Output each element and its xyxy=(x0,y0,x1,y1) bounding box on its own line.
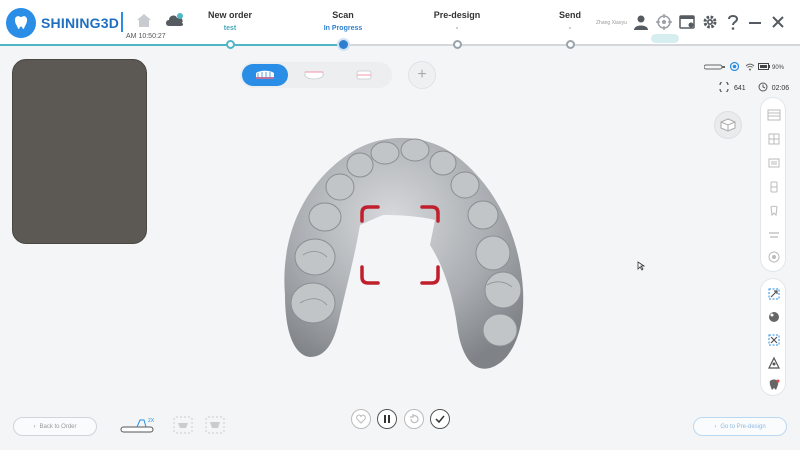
step-new-order[interactable]: New order test xyxy=(175,10,285,32)
step-title: Send xyxy=(558,10,581,20)
step-dot-send xyxy=(566,40,575,49)
texture-view-icon[interactable] xyxy=(767,156,781,170)
wifi-icon xyxy=(745,63,755,73)
mouse-cursor-icon xyxy=(637,261,645,271)
clock-icon xyxy=(758,82,768,94)
step-subtitle: In Progress xyxy=(323,25,363,32)
step-subtitle: test xyxy=(223,25,237,32)
add-scan-button[interactable]: + xyxy=(408,61,436,89)
tooth-analysis-icon[interactable] xyxy=(767,378,781,392)
device-status: 90% xyxy=(703,61,785,73)
pause-button[interactable] xyxy=(377,409,397,429)
scan-counters: 641 02:06 xyxy=(718,80,790,94)
fit-view-icon[interactable] xyxy=(767,287,781,301)
step-subtitle: - xyxy=(455,25,459,32)
scanner-icon xyxy=(703,63,726,73)
top-bar: SHINING3D AM 10:50:27 New order test Sca… xyxy=(0,0,800,46)
chevron-right-icon: › xyxy=(714,423,717,430)
view-tools-panel xyxy=(760,97,786,272)
scanner-mode-icon[interactable]: 2X xyxy=(119,416,161,441)
step-scan[interactable]: Scan In Progress xyxy=(288,10,398,32)
grid-view-icon[interactable] xyxy=(767,132,781,146)
battery-level: 90% xyxy=(772,64,785,71)
home-icon[interactable] xyxy=(135,11,153,34)
gear-icon[interactable] xyxy=(702,14,718,35)
chevron-left-icon: ‹ xyxy=(33,423,36,430)
brand-separator xyxy=(121,12,123,32)
step-title: New order xyxy=(207,10,252,20)
heart-button[interactable] xyxy=(351,409,371,429)
user-name: Zhang Xiaoyu xyxy=(596,20,627,26)
analysis-tools-panel xyxy=(760,278,786,396)
tooth-logo-icon xyxy=(6,8,36,38)
target-icon[interactable] xyxy=(656,14,672,35)
user-icon[interactable] xyxy=(633,14,649,35)
window-settings-icon[interactable] xyxy=(679,14,696,35)
upper-jaw-button[interactable] xyxy=(242,64,289,86)
undo-icon xyxy=(410,414,419,424)
plus-icon: + xyxy=(417,66,427,83)
brush-icon[interactable] xyxy=(767,310,781,324)
frame-count: 641 xyxy=(734,84,746,92)
undo-button[interactable] xyxy=(404,409,424,429)
minimize-icon[interactable] xyxy=(748,14,762,35)
battery-icon xyxy=(758,63,770,72)
workflow-progress-fill xyxy=(0,44,344,46)
lower-arch-icon[interactable] xyxy=(205,416,225,439)
go-to-pre-design-button[interactable]: › Go to Pre-design xyxy=(693,417,787,436)
frame-count-icon xyxy=(718,80,730,94)
dental-scan-model[interactable] xyxy=(265,125,535,375)
back-to-order-button[interactable]: ‹ Back to Order xyxy=(13,417,97,436)
checkmark-icon xyxy=(435,415,445,424)
clock-text: AM 10:50:27 xyxy=(126,33,166,40)
camera-preview xyxy=(12,59,147,244)
scan-timer: 02:06 xyxy=(771,84,790,92)
step-title: Scan xyxy=(332,10,354,20)
step-subtitle: - xyxy=(568,25,572,32)
tooth-view-icon[interactable] xyxy=(767,204,781,218)
brand-name: SHINING3D xyxy=(41,15,120,31)
close-icon[interactable] xyxy=(771,14,785,35)
view-cube-button[interactable] xyxy=(714,111,742,139)
confirm-button[interactable] xyxy=(430,409,450,429)
scanner-zoom-badge: 2X xyxy=(148,418,155,424)
status-badge xyxy=(651,34,679,43)
step-dot-scan xyxy=(339,40,348,49)
lower-jaw-button[interactable] xyxy=(291,64,337,86)
pause-icon xyxy=(384,415,390,423)
connection-icon xyxy=(729,61,740,73)
brand-logo: SHINING3D xyxy=(6,8,119,38)
back-to-order-label: Back to Order xyxy=(39,423,77,430)
bite-button[interactable] xyxy=(341,64,387,86)
marker-icon[interactable] xyxy=(767,356,781,370)
go-to-pre-design-label: Go to Pre-design xyxy=(720,423,766,430)
step-pre-design[interactable]: Pre-design - xyxy=(402,10,512,32)
upper-arch-icon[interactable] xyxy=(173,416,193,439)
trim-view-icon[interactable] xyxy=(767,228,781,242)
heart-icon xyxy=(356,414,366,424)
align-icon[interactable] xyxy=(767,333,781,347)
step-dot-pre-design xyxy=(453,40,462,49)
side-view-icon[interactable] xyxy=(767,180,781,194)
step-title: Pre-design xyxy=(433,10,481,20)
question-icon[interactable] xyxy=(726,14,740,35)
jaw-selector xyxy=(240,62,392,88)
step-dot-new-order xyxy=(226,40,235,49)
mesh-view-icon[interactable] xyxy=(767,108,781,122)
view-cube-icon xyxy=(720,118,736,132)
occlusion-view-icon[interactable] xyxy=(767,250,781,264)
